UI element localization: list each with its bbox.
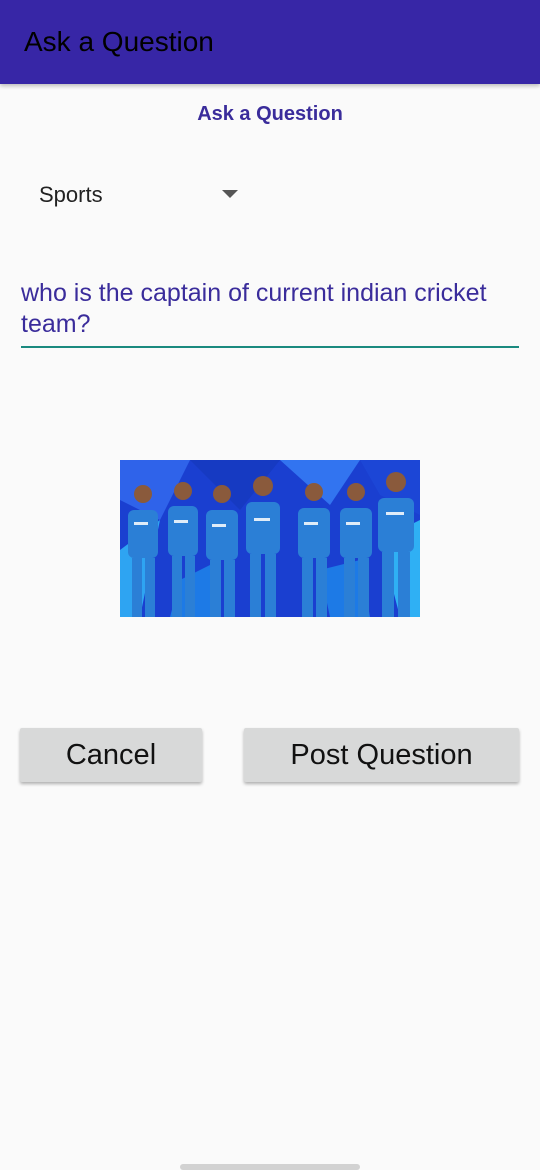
app-bar-title: Ask a Question bbox=[24, 26, 214, 57]
category-spinner-value: Sports bbox=[39, 182, 103, 207]
attached-image bbox=[120, 460, 420, 617]
category-spinner[interactable]: Sports bbox=[20, 170, 260, 220]
post-question-button[interactable]: Post Question bbox=[244, 728, 519, 782]
app-bar: Ask a Question bbox=[0, 0, 540, 84]
question-input[interactable]: who is the captain of current indian cri… bbox=[21, 278, 519, 348]
page-heading: Ask a Question bbox=[197, 103, 343, 125]
dropdown-arrow-icon bbox=[222, 190, 238, 198]
navigation-handle[interactable] bbox=[180, 1164, 360, 1170]
cancel-button[interactable]: Cancel bbox=[20, 728, 202, 782]
